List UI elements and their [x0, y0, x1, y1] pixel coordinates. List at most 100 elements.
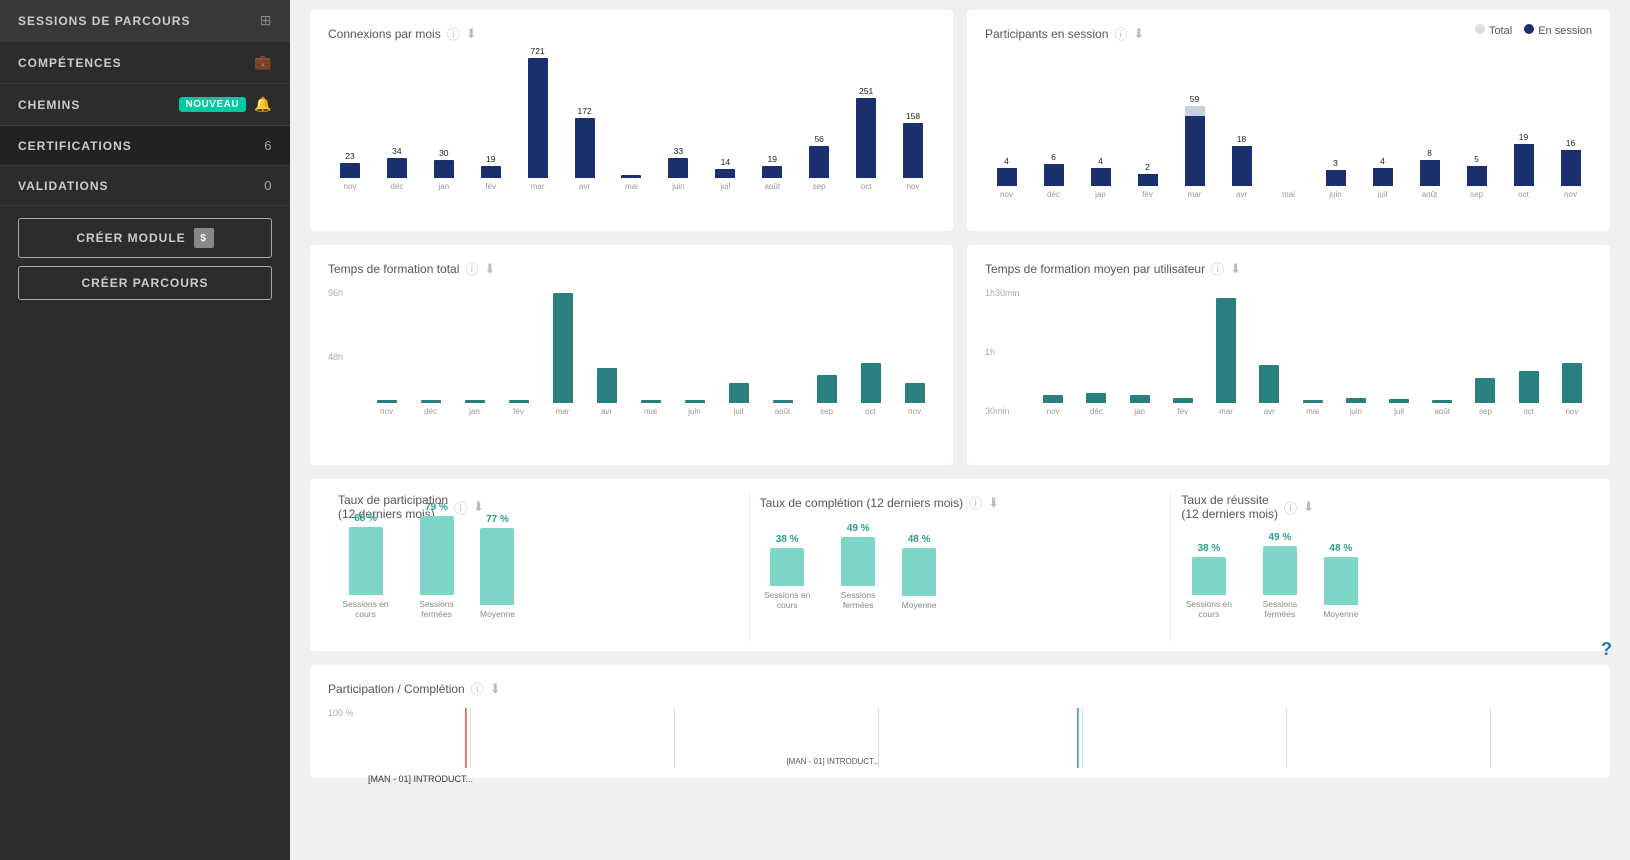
temps-moyen-chart-card: Temps de formation moyen par utilisateur…: [967, 245, 1610, 465]
taux-completion-title: Taux de complétion (12 derniers mois): [760, 496, 963, 510]
connexions-chart-card: Connexions par mois ⓘ ⬇ 23nov34déc30jan1…: [310, 10, 953, 231]
taux-participation-bar-2: 79 % Sessions fermées: [409, 502, 464, 619]
taux-participation-bars: 68 % Sessions en cours 79 % Sessions fer…: [338, 531, 739, 641]
connexions-title-row: Connexions par mois ⓘ ⬇: [328, 24, 935, 43]
sidebar-item-competences[interactable]: COMPÉTENCES 💼: [0, 42, 290, 84]
taux-reussite-bars: 38 % Sessions en cours 49 % Sessions fer…: [1181, 531, 1582, 641]
connexions-bar-area: 23nov34déc30jan19fév721mar172avrmai33jui…: [328, 53, 935, 213]
bar-col: 721mar: [516, 46, 560, 191]
connexions-title: Connexions par mois: [328, 27, 441, 41]
bar-col: 19oct: [1502, 132, 1545, 199]
temps-moyen-chart-area: 1h30min 1h 30min novdécjanfévmaravrmaiju…: [985, 288, 1592, 438]
charts-row-1: Connexions par mois ⓘ ⬇ 23nov34déc30jan1…: [310, 10, 1610, 231]
taux-reussite-block: Taux de réussite (12 derniers mois) ⓘ ⬇ …: [1171, 493, 1592, 641]
temps-total-title-row: Temps de formation total ⓘ ⬇: [328, 259, 935, 278]
participants-title: Participants en session: [985, 27, 1108, 41]
bar-col: 14juil: [703, 157, 747, 191]
bar-col: 19août: [750, 154, 794, 191]
taux-reussite-bar-2: 49 % Sessions fermées: [1252, 532, 1307, 619]
completion-lines-area: [MAN - 01] INTRODUCT...: [368, 708, 1592, 768]
bar-col: 34déc: [375, 146, 419, 191]
bar-col: 19fév: [469, 154, 513, 191]
bar-col: 3juin: [1314, 158, 1357, 199]
bar-col: 158nov: [891, 111, 935, 191]
bar-col: 5sep: [1455, 154, 1498, 199]
taux-completion-bars: 38 % Sessions en cours 49 % Sessions fer…: [760, 522, 1161, 632]
create-module-button[interactable]: CRÉER MODULE $: [18, 218, 272, 258]
download-icon-participants[interactable]: ⬇: [1133, 26, 1144, 42]
taux-completion-bar-2: 49 % Sessions fermées: [831, 523, 886, 610]
bar-col: 33juin: [656, 146, 700, 191]
sidebar-item-validations[interactable]: VALIDATIONS 0: [0, 166, 290, 206]
temps-total-yaxis: 96h 48h: [328, 288, 343, 416]
taux-participation-bar-1: 68 % Sessions en cours: [338, 513, 393, 619]
participants-chart-card: Participants en session ⓘ ⬇ Total En ses…: [967, 10, 1610, 231]
bar-col: 251oct: [844, 86, 888, 191]
temps-total-bar-area: novdécjanfévmaravrmaijuinjuilaoûtsepoctn…: [366, 288, 935, 438]
info-icon-participants[interactable]: ⓘ: [1114, 24, 1127, 43]
bar-col: 4nov: [985, 156, 1028, 199]
taux-reussite-bar-3: 48 % Moyenne: [1323, 543, 1358, 619]
bar-col: 4juil: [1361, 156, 1404, 199]
bar-col: 16nov: [1549, 138, 1592, 199]
info-icon-completion-chart[interactable]: ⓘ: [471, 679, 484, 698]
sidebar-item-chemins[interactable]: CHEMINS NOUVEAU 🔔: [0, 84, 290, 126]
completion-chart-title: Participation / Complétion: [328, 682, 465, 696]
bar-col: 8août: [1408, 148, 1451, 199]
bar-col: 30jan: [422, 148, 466, 191]
bar-col: 18avr: [1220, 134, 1263, 199]
download-icon-participation[interactable]: ⬇: [473, 499, 484, 515]
charts-row-2: Temps de formation total ⓘ ⬇ 96h 48h nov…: [310, 245, 1610, 465]
download-icon-connexions[interactable]: ⬇: [466, 26, 477, 42]
temps-total-chart-area: 96h 48h novdécjanfévmaravrmaijuinjuilaoû…: [328, 288, 935, 438]
main-content: Connexions par mois ⓘ ⬇ 23nov34déc30jan1…: [290, 0, 1630, 860]
taux-section: Taux de participation (12 derniers mois)…: [310, 479, 1610, 651]
temps-moyen-bar-area: novdécjanfévmaravrmaijuinjuilaoûtsepoctn…: [1033, 288, 1592, 438]
bar-col: 2fév: [1126, 162, 1169, 199]
info-icon-temps-moyen[interactable]: ⓘ: [1211, 259, 1224, 278]
sidebar-item-certifications[interactable]: CERTIFICATIONS 6: [0, 126, 290, 166]
sidebar: SESSIONS DE PARCOURS ⊞ COMPÉTENCES 💼 CHE…: [0, 0, 290, 860]
bar-col: 56sep: [797, 134, 841, 191]
module-x-label: [MAN - 01] INTRODUCT...: [368, 774, 473, 784]
bar-col: mai: [1267, 184, 1310, 199]
create-parcours-button[interactable]: CRÉER PARCOURS: [18, 266, 272, 300]
temps-moyen-title: Temps de formation moyen par utilisateur: [985, 262, 1205, 276]
completion-ticks: [368, 708, 1592, 768]
taux-completion-bar-1: 38 % Sessions en cours: [760, 534, 815, 610]
temps-total-title: Temps de formation total: [328, 262, 459, 276]
download-icon-temps-moyen[interactable]: ⬇: [1230, 261, 1241, 277]
bar-col: 6déc: [1032, 152, 1075, 199]
info-icon-temps-total[interactable]: ⓘ: [465, 259, 478, 278]
info-icon-connexions[interactable]: ⓘ: [447, 24, 460, 43]
participants-legend: Total En session: [1475, 24, 1592, 37]
taux-reussite-bar-1: 38 % Sessions en cours: [1181, 543, 1236, 619]
temps-moyen-title-row: Temps de formation moyen par utilisateur…: [985, 259, 1592, 278]
grid-icon: ⊞: [260, 12, 272, 29]
completion-chart-area: 100 % [MAN - 01] INTRODUCT...: [328, 708, 1592, 768]
download-icon-reussite[interactable]: ⬇: [1303, 499, 1314, 515]
help-icon[interactable]: ?: [1601, 639, 1612, 660]
briefcase-icon: 💼: [254, 54, 272, 71]
taux-participation-bar-3: 77 % Moyenne: [480, 514, 515, 619]
sidebar-buttons: CRÉER MODULE $ CRÉER PARCOURS: [0, 206, 290, 312]
completion-y-label: 100 %: [328, 708, 354, 718]
taux-completion-block: Taux de complétion (12 derniers mois) ⓘ …: [750, 493, 1172, 641]
info-icon-reussite[interactable]: ⓘ: [1284, 498, 1297, 517]
temps-moyen-yaxis: 1h30min 1h 30min: [985, 288, 1020, 416]
info-icon-completion[interactable]: ⓘ: [969, 493, 982, 512]
taux-completion-bar-3: 48 % Moyenne: [902, 534, 937, 610]
download-icon-completion[interactable]: ⬇: [988, 495, 999, 511]
completion-section: Participation / Complétion ⓘ ⬇ 100 % [MA…: [310, 665, 1610, 778]
download-icon-temps-total[interactable]: ⬇: [484, 261, 495, 277]
bar-col: 23nov: [328, 151, 372, 191]
bar-col: 172avr: [563, 106, 607, 191]
bell-icon: 🔔: [254, 96, 272, 113]
taux-reussite-title: Taux de réussite (12 derniers mois): [1181, 493, 1278, 521]
participants-bar-area: 4nov6déc4jan2fév59mar18avrmai3juin4juil8…: [985, 61, 1592, 221]
download-icon-completion-chart[interactable]: ⬇: [490, 681, 501, 697]
bar-col: 4jan: [1079, 156, 1122, 199]
sidebar-item-sessions-parcours[interactable]: SESSIONS DE PARCOURS ⊞: [0, 0, 290, 42]
module-icon: $: [194, 228, 214, 248]
bar-col: mai: [610, 173, 654, 191]
